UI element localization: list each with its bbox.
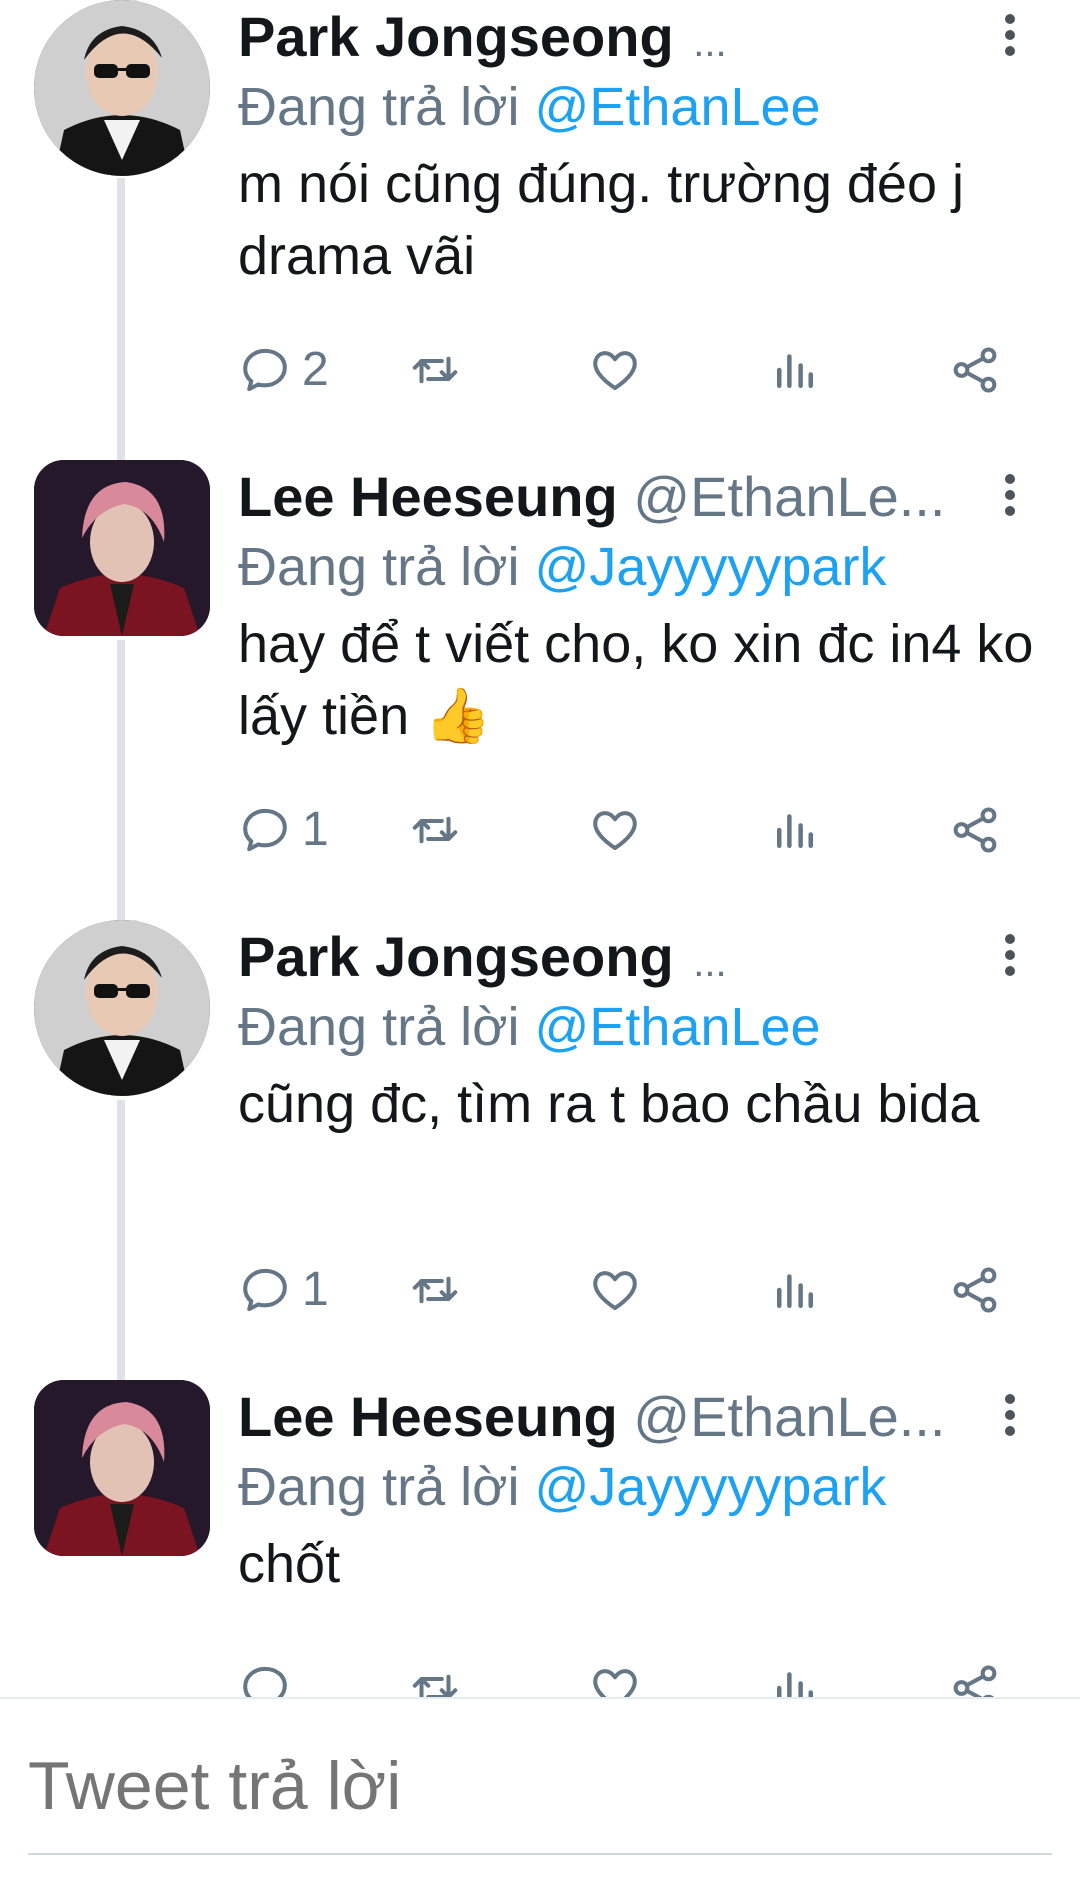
retweet-icon <box>412 356 458 384</box>
author-line[interactable]: Lee Heeseung @EthanLe... <box>238 1382 968 1452</box>
action-bar: 1 <box>238 800 1018 860</box>
reply-button[interactable]: 1 <box>238 800 329 860</box>
reply-count: 2 <box>302 343 329 396</box>
replying-to: Đang trả lời @Jayyyyypark <box>238 532 886 602</box>
share-button[interactable] <box>948 340 1002 400</box>
replying-to-handle[interactable]: @Jayyyyypark <box>535 537 887 597</box>
author-handle[interactable]: @EthanLe... <box>633 465 945 528</box>
share-icon <box>953 347 997 393</box>
reply-count: 1 <box>302 1263 329 1316</box>
share-icon <box>953 807 997 853</box>
replying-to-label: Đang trả lời <box>238 997 520 1057</box>
name-ellipsis: ... <box>693 21 727 65</box>
reply-button[interactable]: 1 <box>238 1260 329 1320</box>
stats-icon <box>777 814 813 848</box>
avatar[interactable] <box>34 0 210 176</box>
replying-to: Đang trả lời @EthanLee <box>238 992 821 1062</box>
like-button[interactable] <box>588 1260 642 1320</box>
tweet-text: m nói cũng đúng. trường đéo j drama vãi <box>238 154 964 286</box>
more-icon[interactable] <box>996 1394 1024 1442</box>
like-button[interactable] <box>588 340 642 400</box>
reply-icon <box>243 348 287 392</box>
like-button[interactable] <box>588 800 642 860</box>
tweet[interactable]: Lee Heeseung @EthanLe... Đang trả lời @J… <box>0 460 1080 920</box>
replying-to-handle[interactable]: @Jayyyyypark <box>535 1457 887 1517</box>
tweet-text: chốt <box>238 1534 341 1594</box>
like-icon <box>593 811 637 851</box>
replying-to-label: Đang trả lời <box>238 77 520 137</box>
tweet[interactable]: Park Jongseong ... Đang trả lời @EthanLe… <box>0 920 1080 1380</box>
like-icon <box>593 1271 637 1311</box>
retweet-button[interactable] <box>408 800 462 860</box>
tweet-text-body: hay để t viết cho, ko xin đc in4 ko lấy … <box>238 614 1034 746</box>
replying-to-handle[interactable]: @EthanLee <box>535 77 821 137</box>
tweet-text: cũng đc, tìm ra t bao chầu bida <box>238 1074 980 1134</box>
reply-icon <box>243 808 287 852</box>
retweet-icon <box>412 1276 458 1304</box>
author-name[interactable]: Lee Heeseung <box>238 465 618 528</box>
retweet-icon <box>412 816 458 844</box>
avatar[interactable] <box>34 460 210 636</box>
like-icon <box>593 351 637 391</box>
action-bar: 2 <box>238 340 1018 400</box>
more-icon[interactable] <box>996 934 1024 982</box>
share-button[interactable] <box>948 1260 1002 1320</box>
stats-button[interactable] <box>768 800 822 860</box>
author-name[interactable]: Lee Heeseung <box>238 1385 618 1448</box>
author-name[interactable]: Park Jongseong <box>238 5 674 68</box>
composer-divider <box>28 1853 1052 1855</box>
author-name[interactable]: Park Jongseong <box>238 925 674 988</box>
reply-count: 1 <box>302 803 329 856</box>
more-icon[interactable] <box>996 474 1024 522</box>
author-line[interactable]: Park Jongseong ... <box>238 2 968 72</box>
name-ellipsis: ... <box>693 941 727 985</box>
author-line[interactable]: Park Jongseong ... <box>238 922 968 992</box>
action-bar: 1 <box>238 1260 1018 1320</box>
reply-input[interactable] <box>28 1747 1028 1825</box>
avatar[interactable] <box>34 1380 210 1556</box>
more-icon[interactable] <box>996 14 1024 62</box>
share-button[interactable] <box>948 800 1002 860</box>
stats-icon <box>777 1274 813 1308</box>
replying-to-handle[interactable]: @EthanLee <box>535 997 821 1057</box>
retweet-button[interactable] <box>408 1260 462 1320</box>
retweet-button[interactable] <box>408 340 462 400</box>
reply-button[interactable]: 2 <box>238 340 329 400</box>
author-line[interactable]: Lee Heeseung @EthanLe... <box>238 462 968 532</box>
replying-to: Đang trả lời @Jayyyyypark <box>238 1452 886 1522</box>
reply-composer <box>0 1697 1080 1877</box>
reply-icon <box>243 1268 287 1312</box>
stats-icon <box>777 354 813 388</box>
stats-button[interactable] <box>768 340 822 400</box>
replying-to-label: Đang trả lời <box>238 537 520 597</box>
tweet[interactable]: Park Jongseong ... Đang trả lời @EthanLe… <box>0 0 1080 460</box>
replying-to-label: Đang trả lời <box>238 1457 520 1517</box>
tweet-text: hay để t viết cho, ko xin đc in4 ko lấy … <box>238 608 1038 752</box>
author-handle[interactable]: @EthanLe... <box>633 1385 945 1448</box>
thumbs-up-emoji: 👍 <box>424 684 492 747</box>
share-icon <box>953 1267 997 1313</box>
replying-to: Đang trả lời @EthanLee <box>238 72 821 142</box>
avatar[interactable] <box>34 920 210 1096</box>
stats-button[interactable] <box>768 1260 822 1320</box>
